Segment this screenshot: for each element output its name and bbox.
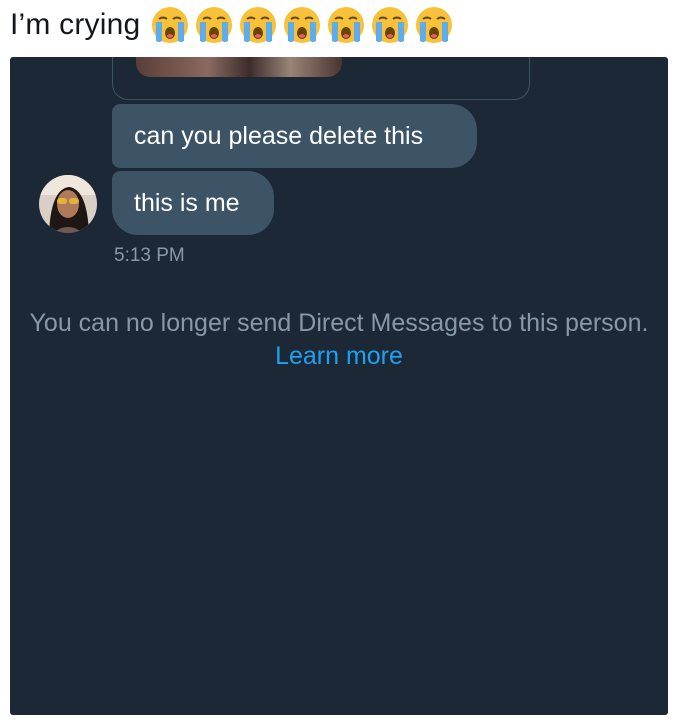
- message-bubble[interactable]: this is me: [112, 171, 274, 235]
- blocked-notice-text: You can no longer send Direct Messages t…: [29, 309, 649, 337]
- message-timestamp: 5:13 PM: [114, 245, 185, 266]
- tweet-text: I’m crying: [10, 8, 141, 41]
- crying-face-icon: [372, 7, 409, 43]
- dm-conversation-screenshot: can you please delete this this is me 5:…: [10, 57, 668, 715]
- tweet-header: I’m crying: [10, 0, 454, 50]
- crying-face-icon: [284, 7, 321, 43]
- avatar-photo: [39, 175, 97, 233]
- crying-face-icon: [240, 7, 277, 43]
- blocked-notice: You can no longer send Direct Messages t…: [10, 307, 668, 373]
- message-text: can you please delete this: [134, 121, 424, 150]
- emoji-row: [150, 5, 454, 45]
- previous-message-photo[interactable]: [136, 57, 342, 77]
- message-bubble[interactable]: can you please delete this: [112, 104, 477, 168]
- message-text: this is me: [134, 188, 240, 217]
- learn-more-link[interactable]: Learn more: [275, 342, 403, 370]
- crying-face-icon: [152, 7, 189, 43]
- sender-avatar[interactable]: [39, 175, 97, 233]
- crying-face-icon: [328, 7, 365, 43]
- crying-face-icon: [196, 7, 233, 43]
- crying-face-icon: [416, 7, 453, 43]
